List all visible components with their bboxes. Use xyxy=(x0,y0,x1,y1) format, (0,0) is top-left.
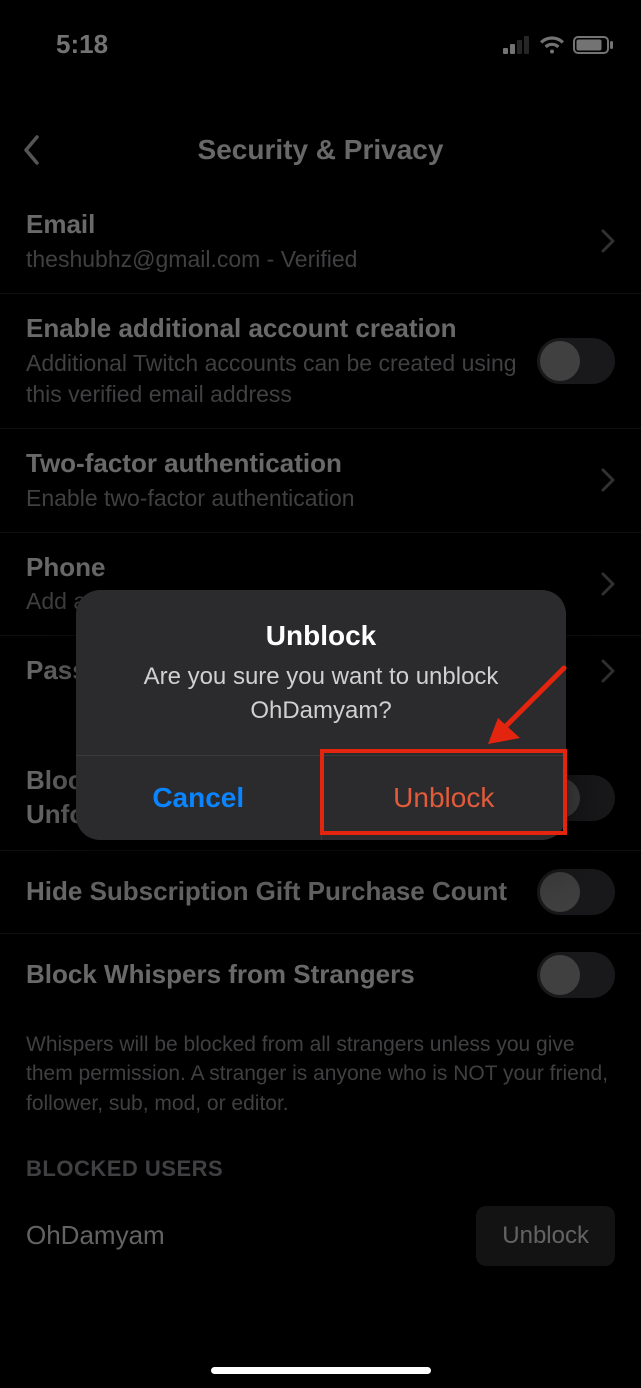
row-email-title: Email xyxy=(26,208,585,242)
unblock-user-button[interactable]: Unblock xyxy=(476,1206,615,1266)
row-twofa[interactable]: Two-factor authentication Enable two-fac… xyxy=(0,429,641,533)
dialog-message: Are you sure you want to unblock OhDamya… xyxy=(104,660,538,727)
toggle-hide-sub-count[interactable] xyxy=(537,869,615,915)
nav-bar: Security & Privacy xyxy=(0,110,641,190)
blocked-user-name: OhDamyam xyxy=(26,1220,165,1251)
status-bar: 5:18 xyxy=(0,0,641,75)
cellular-icon xyxy=(503,36,531,54)
toggle-additional-account[interactable] xyxy=(537,338,615,384)
row-addacct-sub: Additional Twitch accounts can be create… xyxy=(26,348,521,410)
wifi-icon xyxy=(539,35,565,55)
unblock-confirm-dialog: Unblock Are you sure you want to unblock… xyxy=(76,590,566,840)
status-icons xyxy=(503,35,613,55)
row-phone-title: Phone xyxy=(26,551,585,585)
dialog-cancel-button[interactable]: Cancel xyxy=(76,756,322,840)
dialog-confirm-button[interactable]: Unblock xyxy=(322,756,567,840)
home-indicator[interactable] xyxy=(211,1367,431,1374)
row-email-sub: theshubhz@gmail.com - Verified xyxy=(26,244,585,275)
blocked-users-header: BLOCKED USERS xyxy=(0,1148,641,1196)
chevron-right-icon xyxy=(601,468,615,492)
row-addacct-title: Enable additional account creation xyxy=(26,312,521,346)
row-twofa-title: Two-factor authentication xyxy=(26,447,585,481)
status-time: 5:18 xyxy=(56,29,108,60)
page-title: Security & Privacy xyxy=(198,134,444,166)
chevron-right-icon xyxy=(601,229,615,253)
battery-icon xyxy=(573,36,613,54)
chevron-right-icon xyxy=(601,572,615,596)
row-hide-sub-count: Hide Subscription Gift Purchase Count xyxy=(0,851,641,934)
row-hidesub-title: Hide Subscription Gift Purchase Count xyxy=(26,875,521,909)
row-twofa-sub: Enable two-factor authentication xyxy=(26,483,585,514)
whispers-footer-note: Whispers will be blocked from all strang… xyxy=(0,1016,641,1148)
blocked-user-row: OhDamyam Unblock xyxy=(0,1196,641,1290)
chevron-left-icon xyxy=(22,135,40,165)
toggle-block-whispers[interactable] xyxy=(537,952,615,998)
dialog-title: Unblock xyxy=(104,620,538,652)
back-button[interactable] xyxy=(22,130,52,170)
row-additional-account: Enable additional account creation Addit… xyxy=(0,294,641,429)
row-block-whispers: Block Whispers from Strangers xyxy=(0,934,641,1016)
row-email[interactable]: Email theshubhz@gmail.com - Verified xyxy=(0,190,641,294)
row-blockwhisper-title: Block Whispers from Strangers xyxy=(26,958,521,992)
chevron-right-icon xyxy=(601,659,615,683)
